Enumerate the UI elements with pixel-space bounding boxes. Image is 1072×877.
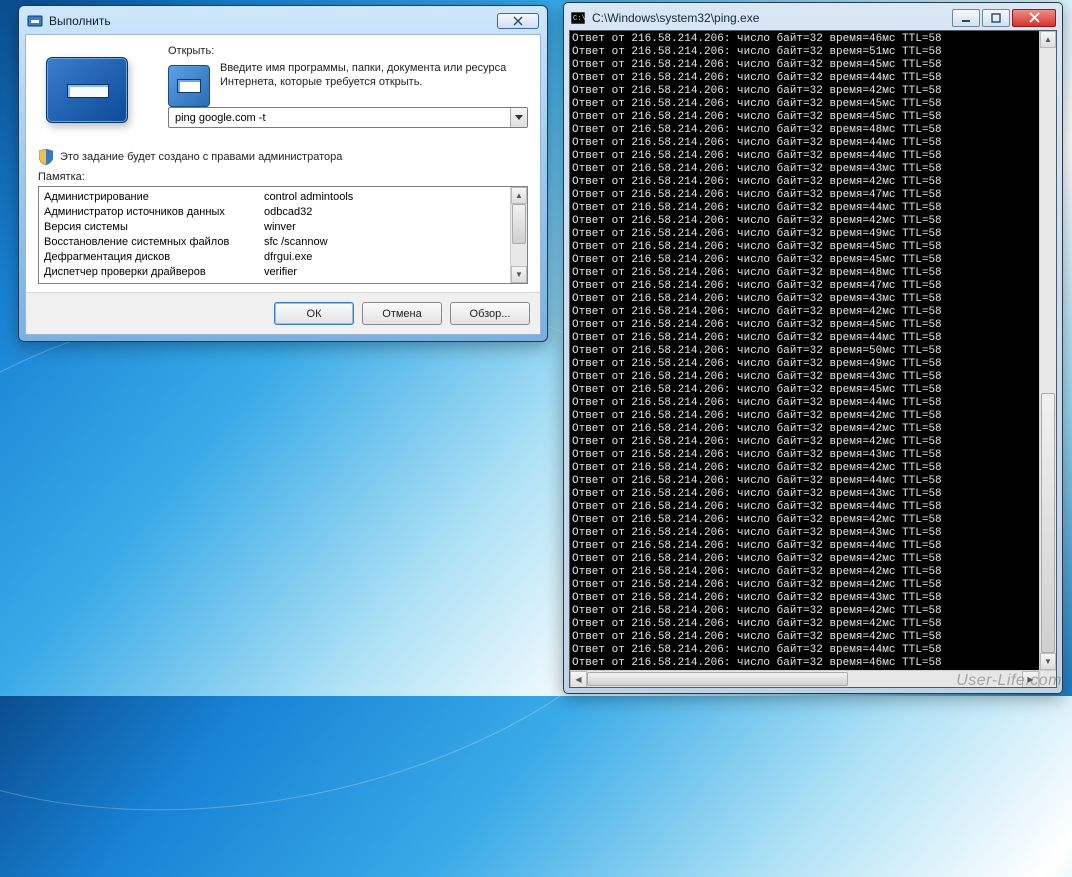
run-title-icon xyxy=(27,13,43,29)
console-client-area: Ответ от 216.58.214.206: число байт=32 в… xyxy=(569,30,1057,688)
scroll-thumb[interactable] xyxy=(587,672,848,686)
console-window: C:\ C:\Windows\system32\ping.exe Ответ о… xyxy=(563,2,1063,694)
browse-button[interactable]: Обзор... xyxy=(450,302,530,325)
run-title-text: Выполнить xyxy=(49,14,111,28)
memo-cmd: control admintools xyxy=(264,190,353,205)
memo-row[interactable]: Администратор источников данныхodbcad32 xyxy=(44,205,508,220)
memo-list: Администрированиеcontrol admintoolsАдмин… xyxy=(38,186,528,284)
memo-cmd: verifier xyxy=(264,265,297,280)
memo-name: Администрирование xyxy=(44,190,264,205)
memo-cmd: odbcad32 xyxy=(264,205,312,220)
scroll-down-button[interactable]: ▼ xyxy=(511,266,527,283)
cancel-button[interactable]: Отмена xyxy=(362,302,442,325)
console-titlebar[interactable]: C:\ C:\Windows\system32\ping.exe xyxy=(569,8,1057,30)
memo-name: Версия системы xyxy=(44,220,264,235)
memo-label: Памятка: xyxy=(38,171,528,183)
svg-text:C:\: C:\ xyxy=(573,15,585,23)
close-button[interactable] xyxy=(497,13,539,29)
minimize-button[interactable] xyxy=(952,9,980,27)
open-description: Введите имя программы, папки, документа … xyxy=(220,61,528,89)
run-button-row: ОК Отмена Обзор... xyxy=(26,292,540,334)
memo-row[interactable]: Версия системыwinver xyxy=(44,220,508,235)
open-combobox[interactable] xyxy=(168,107,528,128)
memo-name: Диспетчер проверки драйверов xyxy=(44,265,264,280)
console-scrollbar-vertical[interactable]: ▲ ▼ xyxy=(1039,31,1056,670)
memo-row[interactable]: Диспетчер проверки драйверовverifier xyxy=(44,265,508,280)
memo-scrollbar[interactable]: ▲ ▼ xyxy=(510,187,527,283)
console-title-icon: C:\ xyxy=(570,10,586,26)
open-dropdown-button[interactable] xyxy=(510,108,527,127)
run-large-icon xyxy=(46,57,128,123)
open-label: Открыть: xyxy=(168,45,528,57)
run-body: Открыть: Введите имя программы, папки, д… xyxy=(25,34,541,335)
memo-cmd: sfc /scannow xyxy=(264,235,328,250)
ok-button[interactable]: ОК xyxy=(274,302,354,325)
memo-name: Восстановление системных файлов xyxy=(44,235,264,250)
scroll-thumb[interactable] xyxy=(1041,393,1055,653)
memo-name: Дефрагментация дисков xyxy=(44,250,264,265)
scroll-up-button[interactable]: ▲ xyxy=(511,187,527,204)
memo-row[interactable]: Дефрагментация дисковdfrgui.exe xyxy=(44,250,508,265)
run-icon-area xyxy=(38,45,168,137)
maximize-button[interactable] xyxy=(982,9,1010,27)
scroll-thumb[interactable] xyxy=(512,204,526,244)
shield-icon xyxy=(38,149,54,165)
close-button[interactable] xyxy=(1012,9,1056,27)
memo-cmd: dfrgui.exe xyxy=(264,250,312,265)
memo-name: Администратор источников данных xyxy=(44,205,264,220)
run-titlebar[interactable]: Выполнить xyxy=(25,12,541,34)
console-title-text: C:\Windows\system32\ping.exe xyxy=(592,11,759,25)
scroll-up-button[interactable]: ▲ xyxy=(1040,31,1056,48)
admin-note-text: Это задание будет создано с правами адми… xyxy=(60,151,342,163)
open-input[interactable] xyxy=(169,108,510,127)
memo-row[interactable]: Восстановление системных файловsfc /scan… xyxy=(44,235,508,250)
watermark: User-Life.com xyxy=(956,672,1062,690)
run-small-icon xyxy=(168,65,210,107)
scroll-left-button[interactable]: ◀ xyxy=(570,671,587,688)
scroll-down-button[interactable]: ▼ xyxy=(1040,653,1056,670)
console-output: Ответ от 216.58.214.206: число байт=32 в… xyxy=(572,33,1038,669)
memo-cmd: winver xyxy=(264,220,296,235)
run-dialog: Выполнить Открыть: xyxy=(18,5,548,342)
admin-note-row: Это задание будет создано с правами адми… xyxy=(38,149,528,165)
memo-row[interactable]: Администрированиеcontrol admintools xyxy=(44,190,508,205)
